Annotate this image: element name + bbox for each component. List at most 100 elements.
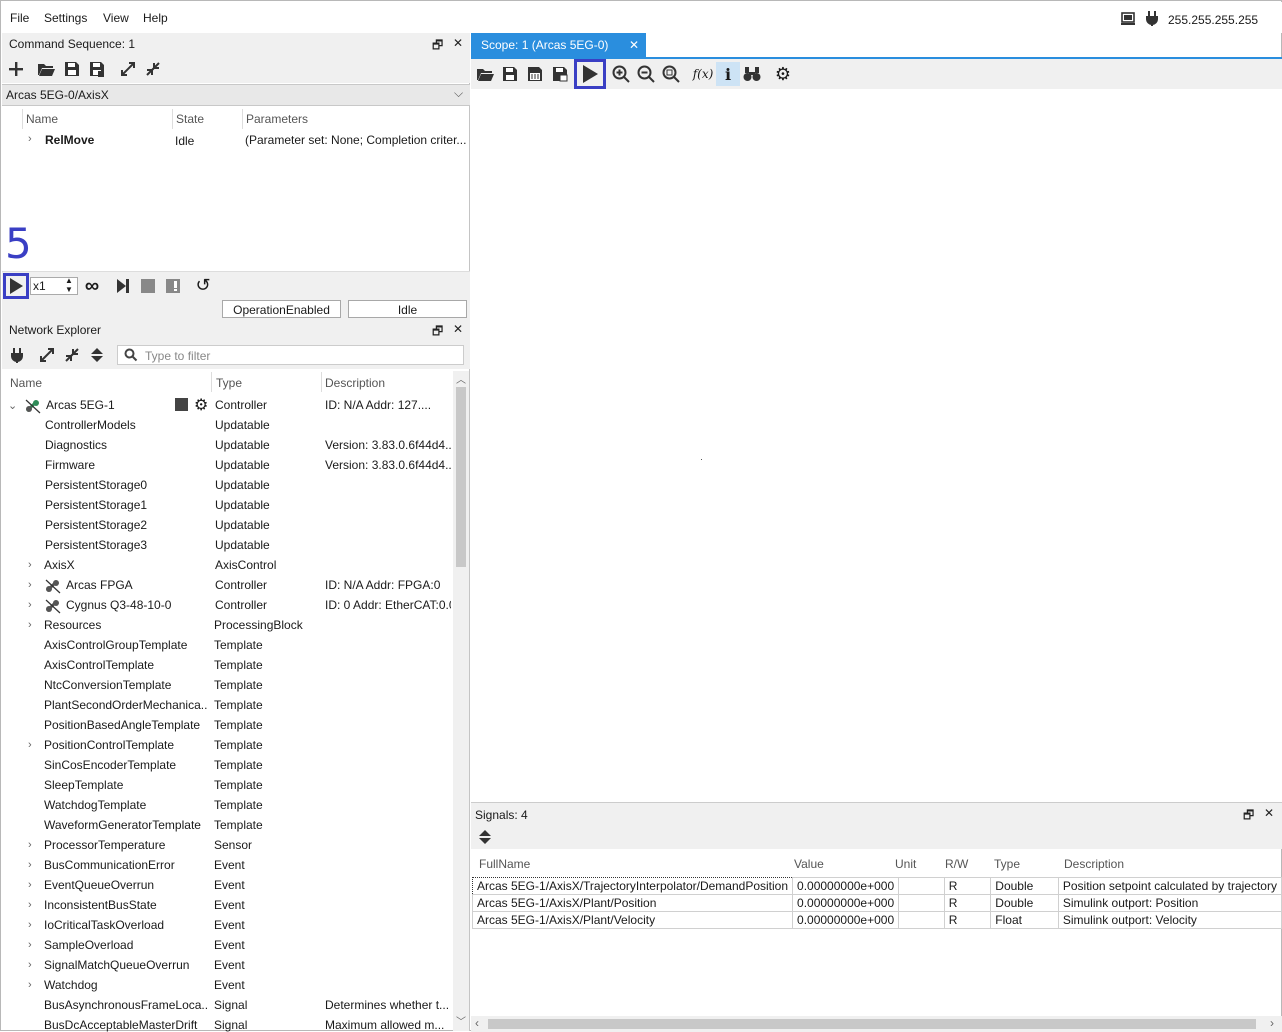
tree-row-name: Firmware [45, 458, 95, 472]
scope-plot-area[interactable] [471, 89, 1282, 802]
function-icon[interactable]: f(x) [693, 64, 714, 84]
add-icon[interactable] [6, 59, 26, 79]
scrollbar-thumb[interactable] [488, 1019, 1256, 1029]
save-icon[interactable] [62, 59, 82, 79]
close-icon[interactable]: ✕ [453, 322, 463, 336]
zoom-in-icon[interactable] [611, 64, 631, 84]
chevron-right-icon[interactable]: › [28, 599, 32, 611]
export-data-icon[interactable] [525, 64, 545, 84]
col-header-fullname[interactable]: FullName [479, 857, 530, 871]
chevron-right-icon[interactable]: › [28, 979, 32, 991]
open-folder-icon[interactable] [475, 64, 495, 84]
table-row[interactable]: Arcas 5EG-1/AxisX/TrajectoryInterpolator… [471, 877, 1282, 895]
chevron-right-icon[interactable]: › [28, 619, 32, 631]
col-header-description[interactable]: Description [325, 376, 385, 390]
table-row[interactable]: Arcas 5EG-1/AxisX/Plant/Velocity 0.000000… [471, 911, 1282, 929]
col-header-description[interactable]: Description [1064, 857, 1124, 871]
scroll-right-icon[interactable]: › [1270, 1016, 1274, 1030]
col-header-rw[interactable]: R/W [945, 857, 968, 871]
menu-help[interactable]: Help [143, 11, 168, 25]
horizontal-scrollbar[interactable]: ‹ › [471, 1016, 1282, 1032]
tree-row-name: SinCosEncoderTemplate [44, 758, 177, 772]
col-header-type[interactable]: Type [994, 857, 1020, 871]
chevron-right-icon[interactable]: › [28, 899, 32, 911]
expand-all-icon[interactable] [118, 59, 138, 79]
expand-all-icon[interactable] [37, 345, 57, 365]
zoom-fit-icon[interactable] [661, 64, 681, 84]
divider [211, 372, 212, 392]
restore-icon[interactable]: 🗗 [432, 36, 443, 57]
chevron-right-icon[interactable]: › [28, 739, 32, 751]
settings-gear-icon[interactable]: ⚙ [773, 64, 793, 84]
chevron-right-icon[interactable]: › [28, 839, 32, 851]
info-icon[interactable]: i [716, 62, 740, 86]
tree-row-type: Event [214, 878, 245, 892]
chevron-down-icon[interactable]: ⌄ [8, 399, 17, 412]
chevron-right-icon[interactable]: › [28, 859, 32, 871]
signal-type: Float [990, 911, 1059, 929]
tree-row-name: BusAsynchronousFrameLoca... [44, 998, 207, 1012]
menu-settings[interactable]: Settings [44, 11, 87, 25]
scrollbar-thumb[interactable] [456, 387, 466, 567]
restore-icon[interactable]: 🗗 [1243, 806, 1254, 827]
close-tab-icon[interactable]: ✕ [629, 38, 639, 52]
table-row[interactable]: Arcas 5EG-1/AxisX/Plant/Position 0.000000… [471, 894, 1282, 912]
chevron-right-icon[interactable]: › [28, 939, 32, 951]
close-icon[interactable]: ✕ [1264, 806, 1274, 820]
tree-row-name: AxisControlGroupTemplate [44, 638, 188, 652]
reset-icon[interactable]: ↺ [193, 275, 213, 295]
connect-plug-icon[interactable] [7, 345, 27, 365]
scroll-down-icon[interactable]: ﹀ [456, 1013, 466, 1028]
chevron-right-icon[interactable]: › [28, 579, 32, 591]
sort-icon[interactable] [475, 827, 495, 847]
collapse-all-icon[interactable] [143, 59, 163, 79]
col-header-unit[interactable]: Unit [895, 857, 916, 871]
step-icon[interactable] [113, 276, 133, 296]
close-icon[interactable]: ✕ [453, 36, 463, 50]
tree-row-name: PositionBasedAngleTemplate [44, 718, 201, 732]
save-icon[interactable] [500, 64, 520, 84]
stop-icon[interactable] [175, 397, 189, 414]
vertical-scrollbar[interactable]: ︿ ﹀ [453, 371, 469, 1031]
chevron-right-icon[interactable]: › [28, 133, 32, 145]
infinite-loop-icon[interactable]: ∞ [82, 275, 102, 297]
sort-icon[interactable] [87, 345, 107, 365]
filter-input[interactable]: Type to filter [117, 345, 464, 365]
collapse-all-icon[interactable] [62, 345, 82, 365]
spin-down-icon[interactable]: ▼ [65, 285, 73, 294]
zoom-out-icon[interactable] [636, 64, 656, 84]
play-icon[interactable] [6, 276, 26, 296]
stop-icon[interactable] [138, 276, 158, 296]
chevron-right-icon[interactable]: › [28, 959, 32, 971]
col-header-value[interactable]: Value [794, 857, 824, 871]
restore-icon[interactable]: 🗗 [432, 322, 443, 343]
col-header-name[interactable]: Name [10, 376, 42, 390]
col-header-type[interactable]: Type [216, 376, 242, 390]
tree-row-type: Template [214, 718, 263, 732]
tree-row-name: WatchdogTemplate [44, 798, 147, 812]
chevron-right-icon[interactable]: › [28, 559, 32, 571]
signals-table: Arcas 5EG-1/AxisX/TrajectoryInterpolator… [471, 877, 1282, 929]
chevron-right-icon[interactable]: › [28, 879, 32, 891]
save-image-icon[interactable] [550, 64, 570, 84]
stop-at-end-icon[interactable] [163, 276, 183, 296]
save-as-icon[interactable] [87, 59, 107, 79]
open-folder-icon[interactable] [36, 59, 56, 79]
play-icon[interactable] [580, 64, 600, 84]
menu-file[interactable]: File [10, 11, 29, 25]
col-header-state[interactable]: State [176, 112, 204, 126]
col-header-parameters[interactable]: Parameters [246, 112, 308, 126]
tab-scope[interactable]: Scope: 1 (Arcas 5EG-0) ✕ [471, 33, 646, 58]
binoculars-icon[interactable] [742, 64, 762, 84]
col-header-name[interactable]: Name [26, 112, 58, 126]
tree-row-type: Template [214, 658, 263, 672]
tree-row-type: Updatable [215, 478, 270, 492]
repeat-stepper[interactable]: x1 ▲ ▼ [30, 276, 78, 295]
chevron-right-icon[interactable]: › [28, 919, 32, 931]
spin-up-icon[interactable]: ▲ [65, 276, 73, 285]
scroll-left-icon[interactable]: ‹ [475, 1016, 479, 1030]
settings-gear-icon[interactable]: ⚙ [194, 395, 208, 415]
scroll-up-icon[interactable]: ︿ [456, 371, 466, 386]
menu-view[interactable]: View [103, 11, 129, 25]
target-select[interactable]: Arcas 5EG-0/AxisX ⌵ [2, 84, 470, 106]
